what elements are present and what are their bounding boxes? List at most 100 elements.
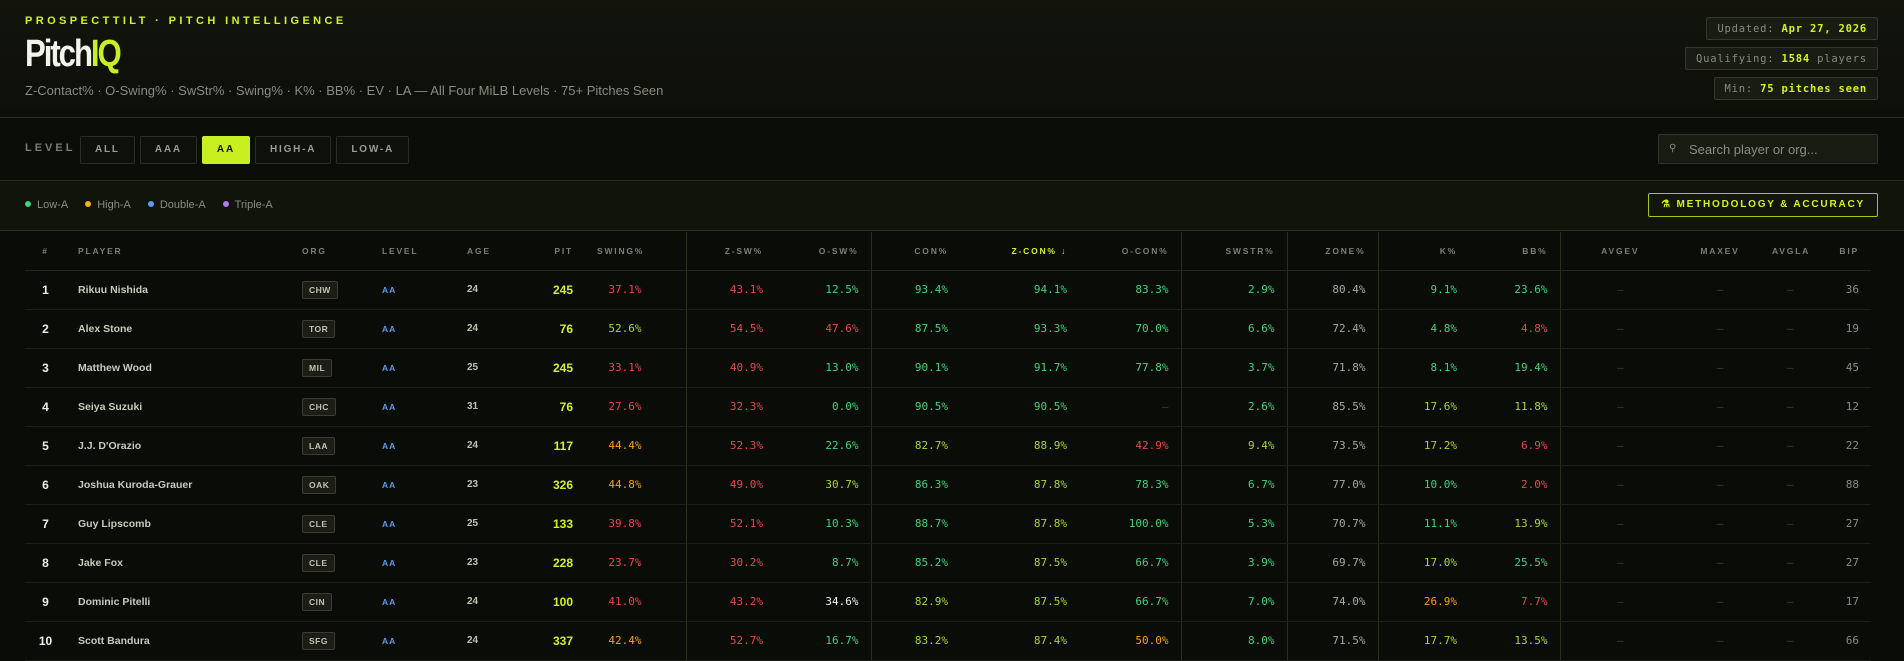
column-header-bb[interactable]: BB% bbox=[1469, 232, 1561, 271]
table-row[interactable]: 7 Guy Lipscomb CLE AA 25 133 39.8% 52.1% 10.3% 88… bbox=[25, 504, 1871, 544]
column-header-avgla[interactable]: AVGLA bbox=[1760, 232, 1820, 271]
zsw-cell: 40.9% bbox=[686, 348, 775, 388]
osw-cell: 13.0% bbox=[775, 348, 872, 388]
avgla-cell: – bbox=[1760, 426, 1820, 466]
filter-bar: LEVEL ALL AAA AA HIGH-A LOW-A ⚲ bbox=[0, 118, 1904, 181]
table-row[interactable]: 2 Alex Stone TOR AA 24 76 52.6% 54.5% 47.6% 87.5%… bbox=[25, 309, 1871, 349]
logo-accent: IQ bbox=[90, 33, 122, 75]
column-header-o-con[interactable]: O-CON% bbox=[1079, 232, 1182, 271]
level-cell-label: AA bbox=[382, 363, 397, 373]
pitches-cell: 76 bbox=[500, 309, 585, 349]
age-cell: 25 bbox=[455, 504, 500, 544]
level-button-high-a[interactable]: HIGH-A bbox=[254, 136, 332, 164]
column-header-maxev[interactable]: MAXEV bbox=[1680, 232, 1760, 271]
swing-cell: 23.7% bbox=[585, 543, 687, 583]
zcon-cell: 87.4% bbox=[960, 621, 1079, 661]
swstr-cell: 9.4% bbox=[1181, 426, 1288, 466]
app-header: PROSPECTTILT · PITCH INTELLIGENCE PitchI… bbox=[0, 0, 1904, 118]
avgev-cell: – bbox=[1560, 582, 1680, 622]
table-row[interactable]: 3 Matthew Wood MIL AA 25 245 33.1% 40.9% 13.0% 90… bbox=[25, 348, 1871, 388]
column-header-age[interactable]: AGE bbox=[455, 232, 500, 271]
column-header-level[interactable]: LEVEL bbox=[370, 232, 455, 271]
table-row[interactable]: 5 J.J. D'Orazio LAA AA 24 117 44.4% 52.3% 22.6% 8… bbox=[25, 426, 1871, 466]
table-row[interactable]: 8 Jake Fox CLE AA 23 228 23.7% 30.2% 8.7% 85.2% 87… bbox=[25, 543, 1871, 583]
search-input[interactable] bbox=[1689, 135, 1874, 163]
avgla-cell: – bbox=[1760, 621, 1820, 661]
level-cell: AA bbox=[370, 348, 455, 388]
swing-cell: 44.4% bbox=[585, 426, 687, 466]
column-header-z-con[interactable]: Z-CON% ↓ bbox=[960, 232, 1079, 271]
age-cell: 23 bbox=[455, 543, 500, 583]
table-row[interactable]: 4 Seiya Suzuki CHC AA 31 76 27.6% 32.3% 0.0% 90.5… bbox=[25, 387, 1871, 427]
k-cell: 17.6% bbox=[1378, 387, 1469, 427]
org-cell: CLE bbox=[290, 504, 370, 544]
age-cell: 24 bbox=[455, 309, 500, 349]
legend-item: Low-A bbox=[25, 199, 68, 211]
pitches-cell: 245 bbox=[500, 270, 585, 310]
column-header-avgev[interactable]: AVGEV bbox=[1560, 232, 1680, 271]
zcon-cell: 87.8% bbox=[960, 504, 1079, 544]
table-row[interactable]: 6 Joshua Kuroda-Grauer OAK AA 23 326 44.8% 49.0… bbox=[25, 465, 1871, 505]
zcon-cell: 88.9% bbox=[960, 426, 1079, 466]
player-name-cell: J.J. D'Orazio bbox=[66, 426, 290, 466]
zone-cell: 73.5% bbox=[1287, 426, 1379, 466]
avgla-cell: – bbox=[1760, 348, 1820, 388]
level-button-aaa[interactable]: AAA bbox=[139, 136, 197, 164]
column-header-org[interactable]: ORG bbox=[290, 232, 370, 271]
ocon-cell: 78.3% bbox=[1079, 465, 1182, 505]
legend-label: High-A bbox=[97, 199, 131, 211]
zone-cell: 70.7% bbox=[1287, 504, 1379, 544]
column-header-player[interactable]: PLAYER bbox=[66, 232, 290, 271]
level-button-aa[interactable]: AA bbox=[201, 136, 250, 164]
pitches-cell: 337 bbox=[500, 621, 585, 661]
bb-cell: 23.6% bbox=[1469, 270, 1561, 310]
table-row[interactable]: 10 Scott Bandura SFG AA 24 337 42.4% 52.7% 16.7%… bbox=[25, 621, 1871, 661]
con-cell: 93.4% bbox=[871, 270, 960, 310]
table-row[interactable]: 1 Rikuu Nishida CHW AA 24 245 37.1% 43.1% 12.5% 9… bbox=[25, 270, 1871, 310]
level-button-low-a[interactable]: LOW-A bbox=[336, 136, 410, 164]
age-cell: 31 bbox=[455, 387, 500, 427]
player-name-cell: Jake Fox bbox=[66, 543, 290, 583]
k-cell: 26.9% bbox=[1378, 582, 1469, 622]
search-icon: ⚲ bbox=[1669, 143, 1677, 154]
column-header-pit[interactable]: PIT bbox=[500, 232, 585, 271]
column-header-con[interactable]: CON% bbox=[871, 232, 960, 271]
maxev-cell: – bbox=[1680, 504, 1760, 544]
swstr-cell: 8.0% bbox=[1181, 621, 1288, 661]
legend-bar: Low-A High-A Double-A Triple-A ⚗ METHODOLOG… bbox=[0, 181, 1904, 231]
k-cell: 4.8% bbox=[1378, 309, 1469, 349]
osw-cell: 47.6% bbox=[775, 309, 872, 349]
zsw-cell: 52.3% bbox=[686, 426, 775, 466]
level-cell: AA bbox=[370, 270, 455, 310]
bb-cell: 2.0% bbox=[1469, 465, 1561, 505]
column-header-[interactable]: # bbox=[25, 232, 66, 271]
column-header-o-sw[interactable]: O-SW% bbox=[775, 232, 872, 271]
org-cell-label: LAA bbox=[302, 436, 335, 455]
k-cell: 9.1% bbox=[1378, 270, 1469, 310]
column-header-zone[interactable]: ZONE% bbox=[1287, 232, 1379, 271]
bip-cell: 66 bbox=[1820, 621, 1871, 661]
avgev-cell: – bbox=[1560, 504, 1680, 544]
swing-cell: 41.0% bbox=[585, 582, 687, 622]
avgla-cell: – bbox=[1760, 504, 1820, 544]
age-cell: 24 bbox=[455, 270, 500, 310]
con-cell: 87.5% bbox=[871, 309, 960, 349]
level-cell: AA bbox=[370, 621, 455, 661]
org-cell: CHW bbox=[290, 270, 370, 310]
column-header-bip[interactable]: BIP bbox=[1820, 232, 1871, 271]
level-cell-label: AA bbox=[382, 519, 397, 529]
methodology-button[interactable]: ⚗ METHODOLOGY & ACCURACY bbox=[1648, 193, 1878, 217]
player-name-cell: Guy Lipscomb bbox=[66, 504, 290, 544]
player-name-cell: Alex Stone bbox=[66, 309, 290, 349]
level-button-all[interactable]: ALL bbox=[80, 136, 135, 164]
level-cell: AA bbox=[370, 426, 455, 466]
logo-main: Pitch bbox=[25, 33, 93, 75]
level-cell-label: AA bbox=[382, 285, 397, 295]
column-header-swing[interactable]: SWING% bbox=[585, 232, 687, 271]
search-box[interactable]: ⚲ bbox=[1658, 134, 1878, 164]
column-header-z-sw[interactable]: Z-SW% bbox=[686, 232, 775, 271]
column-header-swstr[interactable]: SWSTR% bbox=[1181, 232, 1288, 271]
column-header-k[interactable]: K% bbox=[1378, 232, 1469, 271]
avgev-cell: – bbox=[1560, 387, 1680, 427]
table-row[interactable]: 9 Dominic Pitelli CIN AA 24 100 41.0% 43.2% 34.6… bbox=[25, 582, 1871, 622]
